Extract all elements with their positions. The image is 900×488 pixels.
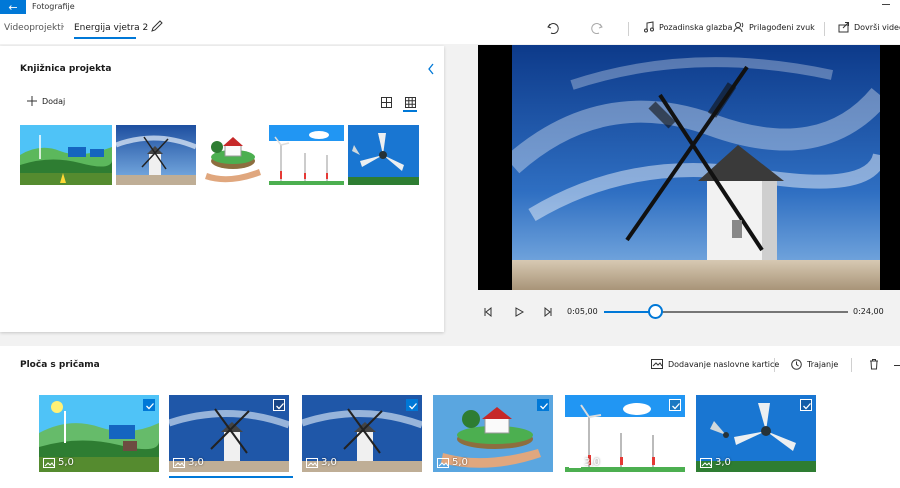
chevron-left-icon[interactable] <box>426 62 436 76</box>
card-duration: 5,0 <box>43 457 74 468</box>
storyboard-card[interactable]: 3,0 <box>302 395 422 472</box>
plus-icon <box>27 96 37 106</box>
image-icon <box>43 457 55 468</box>
image-icon <box>173 457 185 468</box>
selection-checkbox[interactable] <box>143 399 155 411</box>
card-duration-value: 5,0 <box>58 457 74 468</box>
trash-icon[interactable] <box>869 358 879 370</box>
finish-video-button[interactable]: Dovrši videozapis <box>838 21 900 33</box>
library-thumbnail[interactable] <box>269 125 344 185</box>
image-icon <box>306 457 318 468</box>
back-arrow-icon: ← <box>8 0 18 14</box>
card-duration: 3,0 <box>569 457 600 468</box>
storyboard-card[interactable]: 5,0 <box>39 395 159 472</box>
selection-checkbox[interactable] <box>800 399 812 411</box>
add-title-card-button[interactable]: Dodavanje naslovne kartice <box>651 359 779 369</box>
card-duration-value: 3,0 <box>321 457 337 468</box>
duration-button[interactable]: Trajanje <box>791 359 838 370</box>
project-library-panel: Knjižnica projekta Dodaj <box>0 46 444 332</box>
storyboard-card[interactable]: 5,0 <box>433 395 553 472</box>
storyboard-separator <box>851 358 852 372</box>
selection-checkbox[interactable] <box>406 399 418 411</box>
library-thumbnail[interactable] <box>199 125 266 185</box>
undo-icon[interactable] <box>546 21 560 35</box>
background-music-button[interactable]: Pozadinska glazba <box>643 21 732 33</box>
toolbar-separator <box>628 22 629 36</box>
add-media-button[interactable]: Dodaj <box>27 96 65 106</box>
minimize-button[interactable] <box>882 4 890 5</box>
video-preview[interactable] <box>478 45 900 290</box>
card-duration: 5,0 <box>437 457 468 468</box>
card-duration: 3,0 <box>173 457 204 468</box>
image-icon <box>700 457 712 468</box>
selection-checkbox[interactable] <box>273 399 285 411</box>
person-audio-icon <box>733 22 744 33</box>
image-icon <box>437 457 449 468</box>
card-duration-value: 3,0 <box>584 457 600 468</box>
seek-bar-thumb[interactable] <box>648 304 664 319</box>
checkmark-icon <box>803 403 811 410</box>
toolbar-separator <box>824 22 825 36</box>
current-time: 0:05,00 <box>567 307 598 316</box>
library-thumbnail[interactable] <box>348 125 419 185</box>
background-music-label: Pozadinska glazba <box>659 22 733 32</box>
duration-label: Trajanje <box>807 360 839 369</box>
seek-bar[interactable] <box>604 311 848 313</box>
custom-audio-button[interactable]: Prilagođeni zvuk <box>733 21 815 33</box>
more-options-icon[interactable] <box>894 365 900 366</box>
storyboard-panel: Ploča s pričama Dodavanje naslovne karti… <box>0 346 900 488</box>
total-time: 0:24,00 <box>853 307 884 316</box>
large-grid-view-icon[interactable] <box>381 97 392 108</box>
clock-icon <box>791 359 802 370</box>
title-card-icon <box>651 359 663 369</box>
finish-video-label: Dovrši videozapis <box>854 22 900 32</box>
previous-frame-icon[interactable] <box>483 306 493 318</box>
play-icon[interactable] <box>514 306 524 318</box>
storyboard-card[interactable]: 3,0 <box>696 395 816 472</box>
card-duration: 3,0 <box>700 457 731 468</box>
title-bar: ← Fotografije <box>0 0 900 14</box>
storyboard-title: Ploča s pričama <box>20 360 100 370</box>
checkmark-icon <box>276 403 284 410</box>
view-mode-underline <box>403 110 417 112</box>
project-library-title: Knjižnica projekta <box>20 64 112 74</box>
storyboard-separator <box>774 358 775 372</box>
breadcrumb-chevron-icon: › <box>61 22 65 32</box>
pencil-icon[interactable] <box>150 19 164 33</box>
next-frame-icon[interactable] <box>543 306 553 318</box>
small-grid-view-icon[interactable] <box>405 97 416 108</box>
active-card-underline <box>169 476 293 478</box>
storyboard-card[interactable]: 3,0 <box>169 395 289 472</box>
breadcrumb-videoprojects[interactable]: Videoprojekti <box>4 23 63 33</box>
card-duration-value: 3,0 <box>715 457 731 468</box>
share-icon <box>838 22 849 33</box>
add-title-card-label: Dodavanje naslovne kartice <box>668 359 780 369</box>
breadcrumb-underline <box>74 37 136 39</box>
library-thumbnail[interactable] <box>116 125 196 185</box>
add-media-label: Dodaj <box>42 96 66 106</box>
card-duration: 3,0 <box>306 457 337 468</box>
toolbar: Videoprojekti › Energija vjetra 2 Pozadi… <box>0 14 900 44</box>
app-title: Fotografije <box>32 2 75 11</box>
music-note-icon <box>644 21 654 33</box>
redo-icon[interactable] <box>590 21 604 35</box>
card-duration-value: 3,0 <box>188 457 204 468</box>
checkmark-icon <box>146 403 154 410</box>
preview-frame-windmill <box>512 45 880 290</box>
custom-audio-label: Prilagođeni zvuk <box>749 22 815 32</box>
checkmark-icon <box>409 403 417 410</box>
selection-checkbox[interactable] <box>537 399 549 411</box>
checkmark-icon <box>540 403 548 410</box>
image-icon <box>569 457 581 468</box>
breadcrumb-project-title[interactable]: Energija vjetra 2 <box>74 23 148 33</box>
selection-checkbox[interactable] <box>669 399 681 411</box>
checkmark-icon <box>672 403 680 410</box>
storyboard-card[interactable]: 3,0 <box>565 395 685 472</box>
back-button[interactable]: ← <box>0 0 26 14</box>
library-thumbnail[interactable] <box>20 125 112 185</box>
card-duration-value: 5,0 <box>452 457 468 468</box>
